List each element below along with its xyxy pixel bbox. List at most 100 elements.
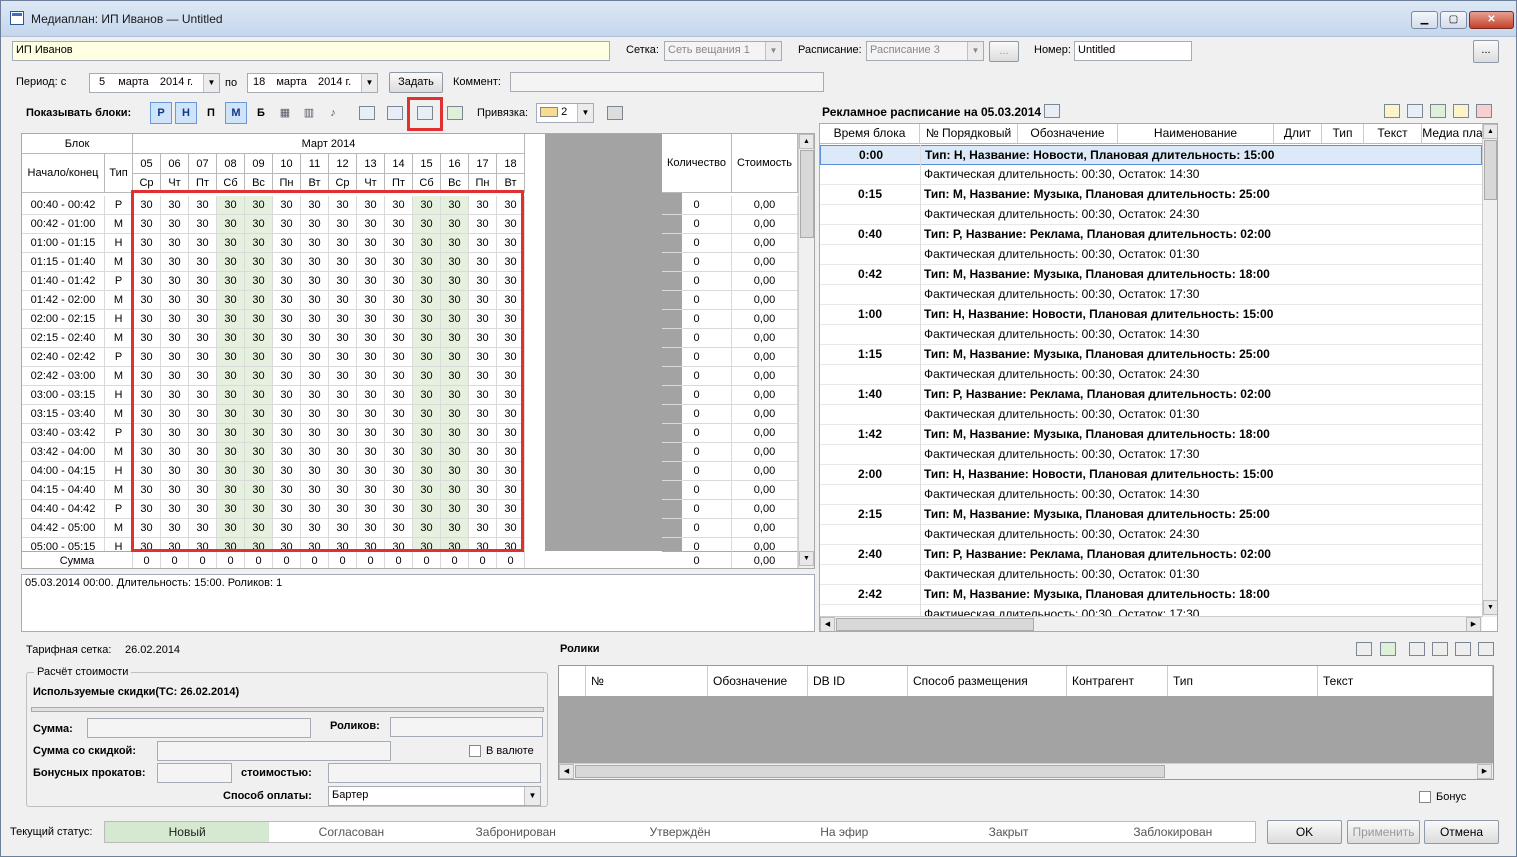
scroll-thumb[interactable] [836, 618, 1034, 631]
status-step[interactable]: Закрыт [926, 822, 1090, 842]
rolls-tool-2-icon[interactable] [1406, 638, 1428, 660]
schedule-col-header[interactable]: Длит [1274, 124, 1322, 144]
sum-cell: 0 [161, 551, 189, 568]
rolls-delete-icon[interactable] [1475, 638, 1497, 660]
rolls-tool-4-icon[interactable] [1452, 638, 1474, 660]
table-icon[interactable] [356, 102, 378, 124]
rolls-col-dbid[interactable]: DB ID [808, 666, 908, 696]
status-step[interactable]: Новый [105, 822, 270, 842]
rolls-col-contractor[interactable]: Контрагент [1067, 666, 1168, 696]
schedule-col-header[interactable]: Наименование [1118, 124, 1274, 144]
bonus-checkbox[interactable]: Бонус [1419, 791, 1466, 804]
edit-icon[interactable] [604, 102, 626, 124]
schedule-tool-2-icon[interactable] [1404, 100, 1426, 122]
scroll-left-icon[interactable]: ◀ [820, 617, 835, 631]
bonus-field[interactable] [157, 763, 232, 783]
scroll-right-icon[interactable]: ▶ [1466, 617, 1481, 631]
raspisanie-select[interactable]: Расписание 3 ▼ [866, 41, 984, 61]
rolls-add-icon[interactable] [1377, 638, 1399, 660]
sum-discount-field[interactable] [157, 741, 391, 761]
schedule-panel: Время блока № Порядковый Обозначение Наимен… [819, 123, 1498, 632]
scroll-down-icon[interactable]: ▼ [1483, 600, 1497, 615]
block-time: 0:40 [857, 227, 883, 241]
rolls-count-field[interactable] [390, 717, 543, 737]
bonus-cost-field[interactable] [328, 763, 541, 783]
scroll-right-icon[interactable]: ▶ [1477, 764, 1492, 779]
grid-scrollbar[interactable]: ▲ ▼ [798, 134, 814, 568]
minimize-button[interactable]: ▁ [1411, 11, 1438, 29]
scroll-thumb[interactable] [575, 765, 1165, 778]
status-step[interactable]: Согласован [269, 822, 433, 842]
period-to-date[interactable]: 18 марта 2014 г. ▼ [247, 73, 378, 93]
schedule-vscroll[interactable]: ▲ ▼ [1482, 124, 1497, 617]
scroll-up-icon[interactable]: ▲ [1483, 124, 1497, 139]
ok-button[interactable]: OK [1267, 820, 1342, 844]
schedule-col-header[interactable]: Текст [1364, 124, 1422, 144]
schedule-col-header[interactable]: № Порядковый [920, 124, 1018, 144]
schedule-tool-3-icon[interactable] [1427, 100, 1449, 122]
schedule-delete-icon[interactable] [1473, 100, 1495, 122]
person-table-icon[interactable] [384, 102, 406, 124]
schedule-tool-4-icon[interactable] [1450, 100, 1472, 122]
scroll-up-icon[interactable]: ▲ [799, 134, 814, 149]
toggle-m[interactable]: М [225, 102, 247, 124]
period-from-date[interactable]: 5 марта 2014 г. ▼ [89, 73, 220, 93]
status-step[interactable]: Забронирован [434, 822, 598, 842]
rolls-col-num[interactable]: № [586, 666, 708, 696]
sum-discount-label: Сумма со скидкой: [33, 745, 136, 757]
row-divider [920, 465, 921, 505]
schedule-col-header[interactable]: Медиа пла [1422, 124, 1484, 144]
calendar-icon[interactable] [1041, 100, 1063, 122]
schedule-col-header[interactable]: Обозначение [1018, 124, 1118, 144]
toggle-b[interactable]: Б [250, 102, 272, 124]
row-divider [920, 545, 921, 585]
scroll-down-icon[interactable]: ▼ [799, 551, 814, 566]
status-step[interactable]: На эфир [762, 822, 926, 842]
schedule-col-header[interactable]: Время блока [820, 124, 920, 144]
zadat-button[interactable]: Задать [389, 72, 443, 93]
rolls-col-code[interactable]: Обозначение [708, 666, 808, 696]
client-field[interactable]: ИП Иванов [12, 41, 610, 61]
cancel-button[interactable]: Отмена [1424, 820, 1499, 844]
more-button[interactable]: ... [1473, 40, 1499, 63]
maximize-button[interactable]: ▢ [1440, 11, 1467, 29]
rolls-tool-3-icon[interactable] [1429, 638, 1451, 660]
setka-select[interactable]: Сеть вещания 1 ▼ [664, 41, 782, 61]
toggle-r[interactable]: Р [150, 102, 172, 124]
schedule-hscroll[interactable]: ◀ ▶ [820, 616, 1482, 631]
calendar-dropdown-icon: ▼ [203, 74, 219, 92]
scroll-left-icon[interactable]: ◀ [559, 764, 574, 779]
rolls-col-type[interactable]: Тип [1168, 666, 1318, 696]
rolls-tool-1-icon[interactable] [1353, 638, 1375, 660]
pay-select[interactable]: Бартер ▼ [328, 786, 541, 806]
status-step[interactable]: Заблокирован [1091, 822, 1255, 842]
columns-view-icon[interactable]: ▥ [298, 102, 320, 124]
rolls-col-text[interactable]: Текст [1318, 666, 1493, 696]
rolls-col-placement[interactable]: Способ размещения [908, 666, 1067, 696]
privyazka-select[interactable]: 2 ▼ [536, 103, 594, 123]
scroll-thumb[interactable] [800, 150, 814, 238]
apply-button[interactable]: Применить [1347, 820, 1420, 844]
rolls-hscroll[interactable]: ◀ ▶ [559, 763, 1493, 779]
check-table-icon[interactable] [444, 102, 466, 124]
grid-view-icon[interactable]: ▦ [274, 102, 296, 124]
comment-field[interactable] [510, 72, 824, 92]
raspisanie-browse-button[interactable]: ... [989, 41, 1019, 62]
scroll-thumb[interactable] [1484, 140, 1497, 200]
block-time: 0:42 [857, 267, 883, 281]
close-button[interactable]: ✕ [1469, 11, 1514, 29]
schedule-tool-1-icon[interactable] [1381, 100, 1403, 122]
currency-checkbox[interactable]: В валюте [469, 745, 534, 758]
nomer-field[interactable]: Untitled [1074, 41, 1192, 61]
block-fact: Фактическая длительность: 00:30, Остаток… [924, 327, 1200, 341]
discounts-splitter[interactable] [31, 707, 544, 712]
status-step[interactable]: Утверждён [598, 822, 762, 842]
toggle-n[interactable]: Н [175, 102, 197, 124]
toggle-p[interactable]: П [200, 102, 222, 124]
sum-field[interactable] [87, 718, 311, 738]
block-desc: Тип: Н, Название: Новости, Плановая длит… [924, 307, 1274, 321]
microphone-icon[interactable]: ♪ [322, 102, 344, 124]
schedule-col-header[interactable]: Тип [1322, 124, 1364, 144]
time-range-cell: 01:15 - 01:40 [22, 253, 105, 272]
day-header: 12 [329, 154, 357, 174]
